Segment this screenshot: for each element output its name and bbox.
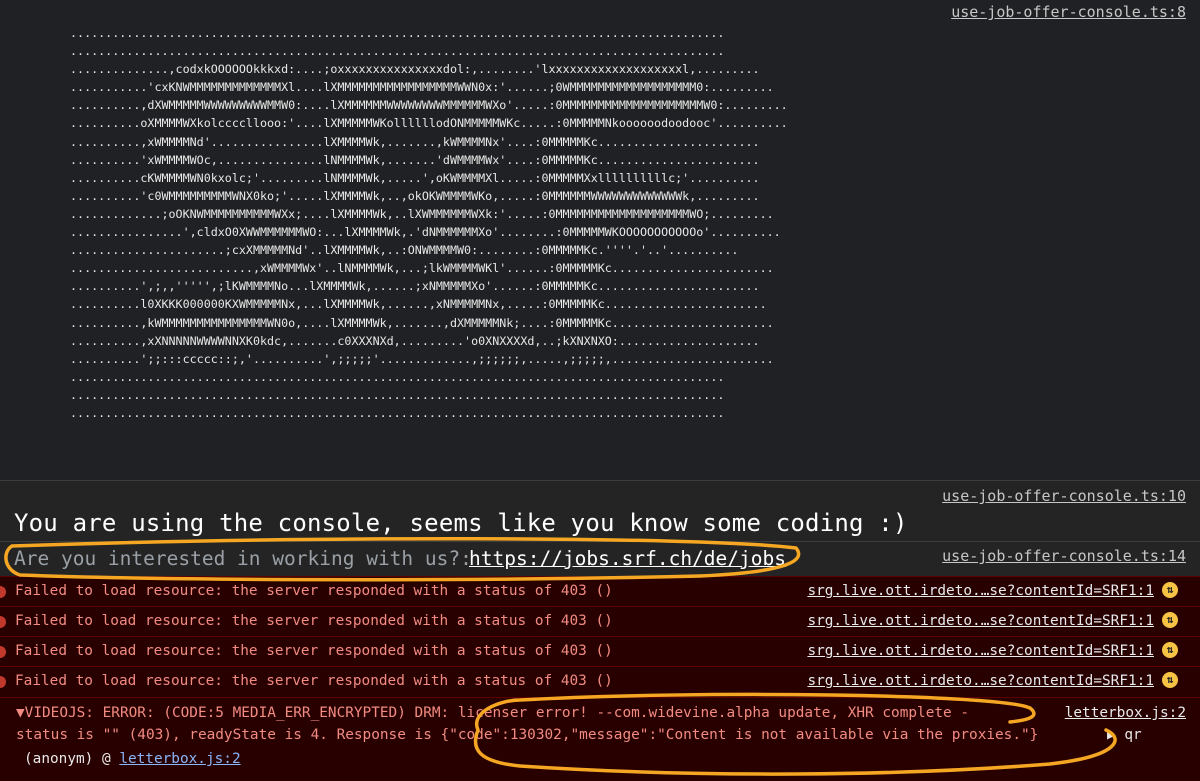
error-message: Failed to load resource: the server resp… xyxy=(15,643,613,659)
source-link[interactable]: use-job-offer-console.ts:10 xyxy=(942,487,1186,505)
error-marker-icon xyxy=(0,676,6,688)
console-message-ascii-art: use-job-offer-console.ts:8 .............… xyxy=(0,0,1200,480)
error-source-link[interactable]: srg.live.ott.irdeto.…se?contentId=SRF1:1 xyxy=(807,643,1154,659)
stack-frame-label: (anonym) @ xyxy=(24,751,120,767)
error-marker-icon xyxy=(0,646,6,658)
videojs-error-message: ▼VIDEOJS: ERROR: (CODE:5 MEDIA_ERR_ENCRY… xyxy=(0,697,1200,781)
expand-qr-toggle[interactable]: ▶ qr xyxy=(1107,727,1142,743)
error-source-link[interactable]: letterbox.js:2 xyxy=(1065,705,1186,721)
error-row: Failed to load resource: the server resp… xyxy=(0,636,1200,667)
error-row: Failed to load resource: the server resp… xyxy=(0,606,1200,637)
network-request-icon[interactable]: ⇅ xyxy=(1162,672,1178,688)
error-message: Failed to load resource: the server resp… xyxy=(15,583,613,599)
error-row: Failed to load resource: the server resp… xyxy=(0,576,1200,607)
source-link[interactable]: use-job-offer-console.ts:14 xyxy=(942,547,1186,565)
console-message-job-offer: use-job-offer-console.ts:14 Are you inte… xyxy=(0,542,1200,576)
source-link[interactable]: use-job-offer-console.ts:8 xyxy=(951,3,1186,21)
error-source-link[interactable]: srg.live.ott.irdeto.…se?contentId=SRF1:1 xyxy=(807,673,1154,689)
error-message: Failed to load resource: the server resp… xyxy=(15,673,613,689)
videojs-error-line[interactable]: ▼VIDEOJS: ERROR: (CODE:5 MEDIA_ERR_ENCRY… xyxy=(16,705,969,721)
network-request-icon[interactable]: ⇅ xyxy=(1162,582,1178,598)
stack-frame-link[interactable]: letterbox.js:2 xyxy=(119,751,240,767)
ascii-art-logo: ........................................… xyxy=(70,26,788,420)
network-request-icon[interactable]: ⇅ xyxy=(1162,612,1178,628)
stack-trace-line: (anonym) @ letterbox.js:2 xyxy=(24,751,241,767)
error-message: Failed to load resource: the server resp… xyxy=(15,613,613,629)
network-request-icon[interactable]: ⇅ xyxy=(1162,642,1178,658)
console-message-welcome: use-job-offer-console.ts:10 You are usin… xyxy=(0,481,1200,541)
error-marker-icon xyxy=(0,586,6,598)
error-row: Failed to load resource: the server resp… xyxy=(0,666,1200,697)
error-marker-icon xyxy=(0,616,6,628)
error-source-link[interactable]: srg.live.ott.irdeto.…se?contentId=SRF1:1 xyxy=(807,583,1154,599)
jobs-link[interactable]: https://jobs.srf.ch/de/jobs xyxy=(469,547,786,570)
welcome-message: You are using the console, seems like yo… xyxy=(14,509,908,537)
job-offer-question: Are you interested in working with us?: xyxy=(14,547,472,570)
videojs-error-detail: status is "" (403), readyState is 4. Res… xyxy=(16,727,1039,743)
error-source-link[interactable]: srg.live.ott.irdeto.…se?contentId=SRF1:1 xyxy=(807,613,1154,629)
